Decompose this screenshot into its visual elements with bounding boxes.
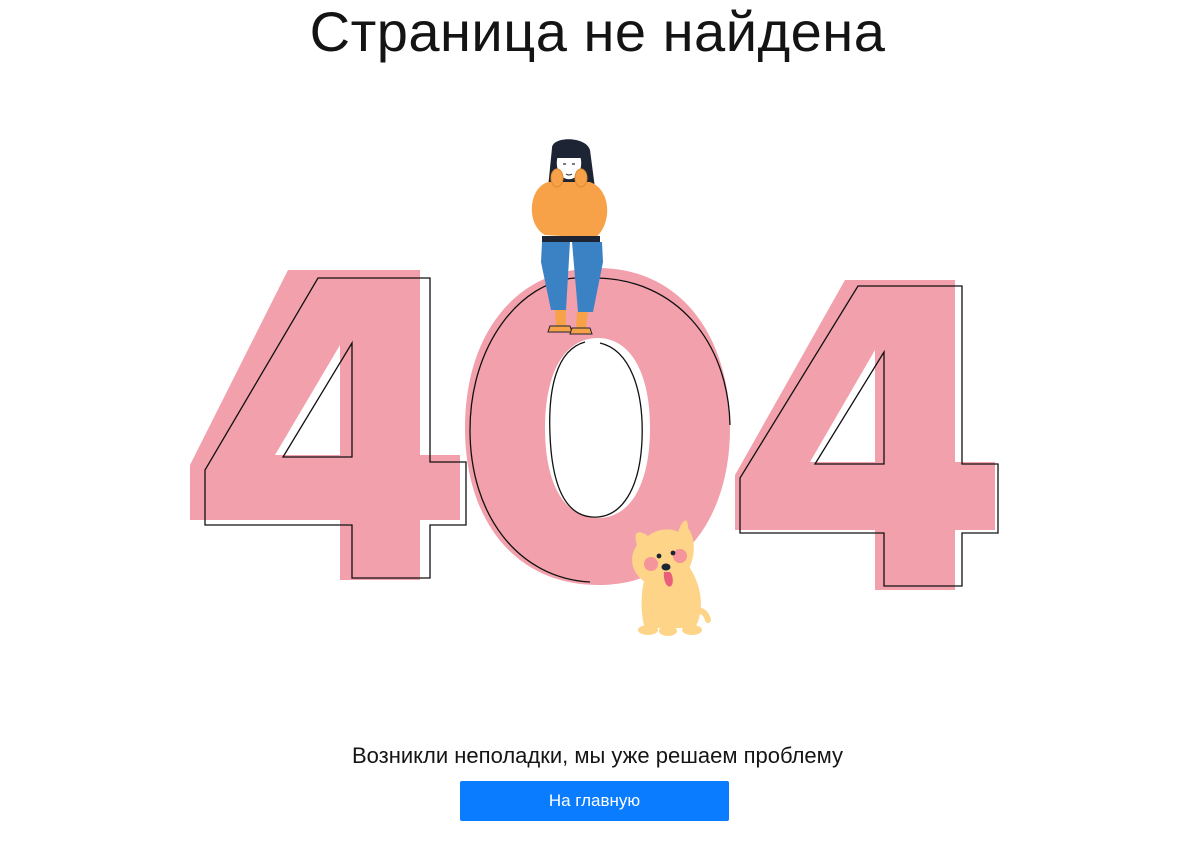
digit-four-right	[735, 280, 999, 590]
digit-four-left	[190, 270, 467, 580]
home-button[interactable]: На главную	[460, 781, 729, 821]
page-title: Страница не найдена	[309, 0, 886, 63]
error-404-illustration	[0, 100, 1195, 660]
error-message: Возникли неполадки, мы уже решаем пробле…	[351, 743, 844, 768]
